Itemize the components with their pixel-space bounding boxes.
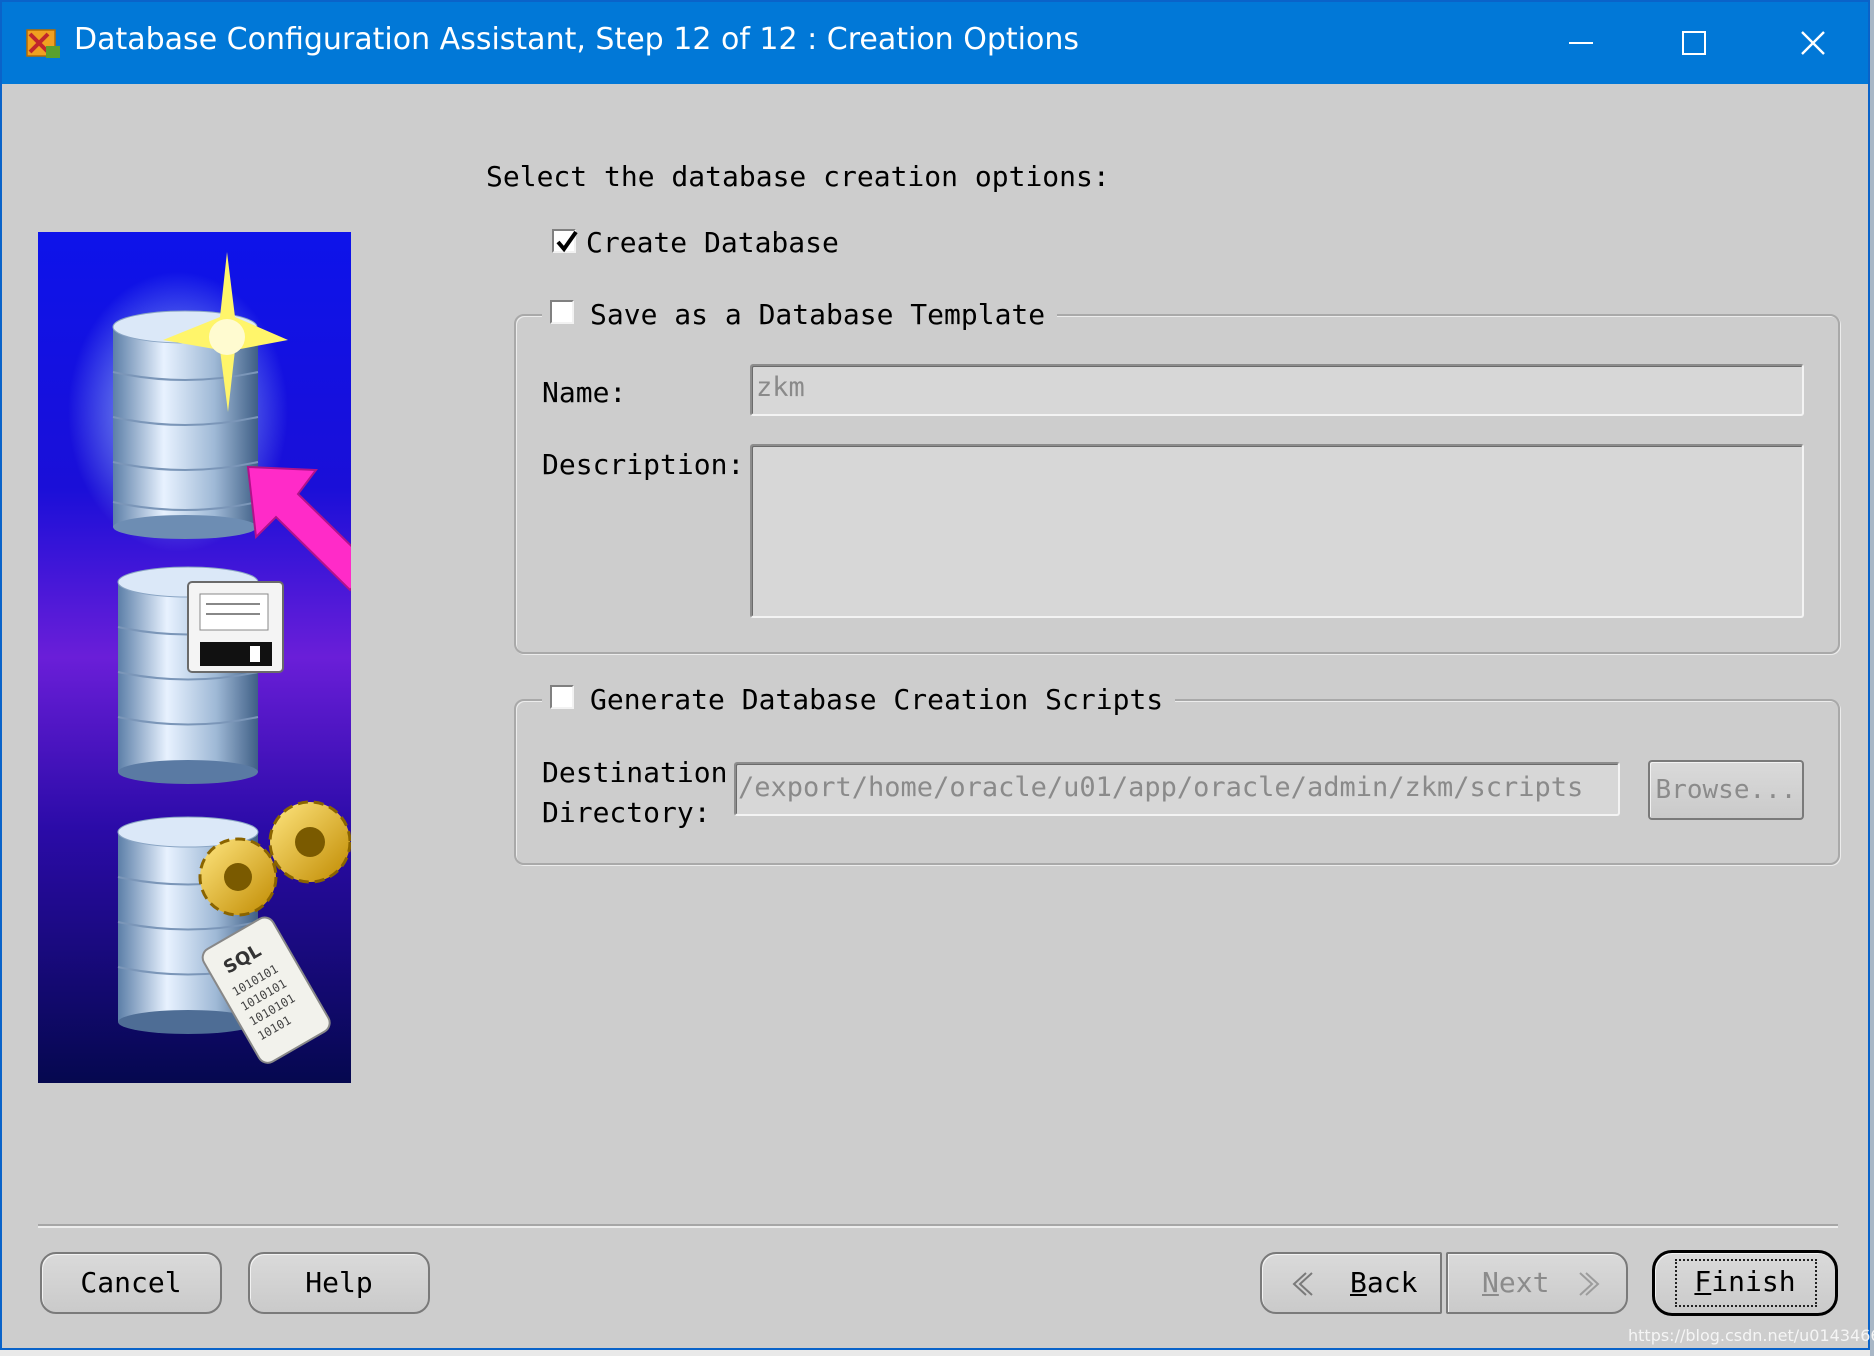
destination-label-line2: Directory: [542,796,711,829]
window-title: Database Configuration Assistant, Step 1… [74,22,1079,57]
template-name-label: Name: [542,376,627,409]
chevron-left-icon [1292,1272,1313,1296]
destination-label-line1: Destination [542,756,728,789]
cancel-button[interactable]: Cancel [40,1252,222,1314]
close-button[interactable] [1754,2,1872,84]
maximize-icon [1682,31,1706,55]
next-button[interactable]: Next [1446,1252,1628,1314]
create-database-label[interactable]: Create Database [586,226,839,259]
generate-scripts-label[interactable]: Generate Database Creation Scripts [590,683,1207,716]
chevron-right-icon [1579,1272,1600,1296]
create-database-checkbox[interactable] [552,229,578,253]
save-template-checkbox[interactable] [550,300,574,324]
help-button-label: Help [305,1266,373,1299]
template-description-label: Description: [542,448,745,481]
title-bar[interactable]: Database Configuration Assistant, Step 1… [2,2,1868,84]
browse-button-label: Browse... [1655,775,1797,805]
template-description-field[interactable] [750,444,1804,618]
back-button[interactable]: Back [1260,1252,1442,1314]
template-name-value: zkm [756,372,805,403]
dbca-dialog: Database Configuration Assistant, Step 1… [0,0,1870,1350]
finish-button[interactable]: Finish [1652,1250,1838,1316]
wizard-illustration: SQL 1010101 1010101 1010101 10101 [38,232,351,1083]
destination-directory-field[interactable]: /export/home/oracle/u01/app/oracle/admin… [734,762,1620,816]
minimize-button[interactable] [1522,2,1640,84]
help-button[interactable]: Help [248,1252,430,1314]
template-name-field[interactable]: zkm [750,364,1804,416]
browse-button[interactable]: Browse... [1648,760,1804,820]
floppy-disk-icon [187,581,284,673]
checkmark-icon [556,230,578,253]
template-group-header: Save as a Database Template [542,298,1058,334]
finish-button-label: Finish [1694,1265,1796,1298]
back-button-label: Back [1350,1266,1418,1299]
background-edge [1870,0,1874,1356]
minimize-icon [1569,42,1593,44]
generate-scripts-checkbox[interactable] [550,685,574,709]
maximize-button[interactable] [1635,2,1753,84]
footer-separator [38,1224,1838,1228]
options-prompt: Select the database creation options: [486,160,1110,193]
watermark-text: https://blog.csdn.net/u014346634 [1628,1326,1874,1345]
cancel-button-label: Cancel [80,1266,182,1299]
close-icon [1801,31,1825,55]
next-button-label: Next [1482,1266,1550,1299]
dbca-app-icon [26,29,60,58]
destination-directory-value: /export/home/oracle/u01/app/oracle/admin… [738,772,1584,803]
save-template-label[interactable]: Save as a Database Template [590,298,1089,331]
scripts-group-header: Generate Database Creation Scripts [542,683,1176,719]
